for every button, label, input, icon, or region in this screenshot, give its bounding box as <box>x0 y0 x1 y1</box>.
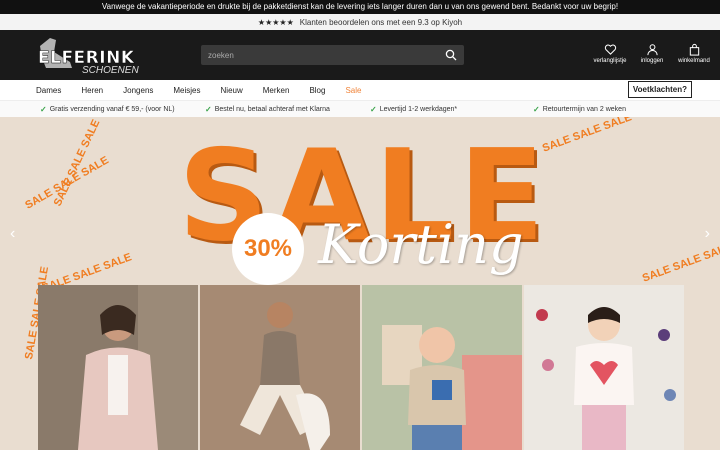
nav-item-blog[interactable]: Blog <box>309 86 325 95</box>
search-bar <box>201 45 464 65</box>
logo[interactable]: ELFERINK SCHOENEN <box>36 34 146 76</box>
check-icon: ✓ <box>205 104 212 114</box>
sale-ring-text: SALE SALE SALE <box>540 117 634 155</box>
woman-in-suit-image <box>38 285 198 450</box>
usp-text: Gratis verzending vanaf € 59,- (voor NL) <box>49 105 175 113</box>
wishlist-label: verlanglijstje <box>593 58 627 64</box>
toddler-boy-image <box>362 285 522 450</box>
rating-stars-icon: ★★★★★ <box>257 17 294 27</box>
header-actions: verlanglijstje inloggen winkelmand <box>592 43 712 64</box>
usp-item: ✓ Retourtermijn van 2 weken <box>533 105 626 114</box>
carousel-next-arrow-icon[interactable]: › <box>705 225 710 243</box>
check-icon: ✓ <box>40 104 47 114</box>
nav-item-sale[interactable]: Sale <box>345 86 361 95</box>
sale-ring-text: SALE SALE SALE <box>640 241 720 285</box>
rating-text: Klanten beoordelen ons met een 9.3 op Ki… <box>299 17 463 27</box>
foot-complaints-button[interactable]: Voetklachten? <box>627 81 692 98</box>
discount-script-text: Korting <box>318 213 524 276</box>
check-icon: ✓ <box>533 104 540 114</box>
nav-item-dames[interactable]: Dames <box>36 86 61 95</box>
usp-bar: ✓ Gratis verzending vanaf € 59,- (voor N… <box>0 101 720 117</box>
usp-text: Levertijd 1-2 werkdagen* <box>379 105 458 113</box>
nav-item-jongens[interactable]: Jongens <box>123 86 153 95</box>
login-button[interactable]: inloggen <box>634 43 670 64</box>
login-label: inloggen <box>640 58 664 64</box>
usp-text: Retourtermijn van 2 weken <box>542 105 626 113</box>
nav-item-heren[interactable]: Heren <box>81 86 103 95</box>
user-icon <box>646 44 658 56</box>
announcement-bar: Vanwege de vakantieperiode en drukte bij… <box>0 0 720 14</box>
usp-item: ✓ Gratis verzending vanaf € 59,- (voor N… <box>40 105 175 114</box>
photo-men[interactable] <box>200 285 360 450</box>
cart-button[interactable]: winkelmand <box>676 43 712 64</box>
nav-item-nieuw[interactable]: Nieuw <box>221 86 243 95</box>
main-navigation: Dames Heren Jongens Meisjes Nieuw Merken… <box>0 80 720 101</box>
toddler-girl-image <box>524 285 684 450</box>
usp-item: ✓ Bestel nu, betaal achteraf met Klarna <box>205 105 330 114</box>
check-icon: ✓ <box>370 104 377 114</box>
sale-ring-text: SALE SALE SALE <box>23 154 111 212</box>
man-seated-image <box>200 285 360 450</box>
photo-women[interactable] <box>38 285 198 450</box>
heart-icon <box>604 44 616 55</box>
usp-item: ✓ Levertijd 1-2 werkdagen* <box>370 105 457 114</box>
site-header: ELFERINK SCHOENEN verlanglijstje inlogge… <box>0 30 720 80</box>
photo-girls[interactable] <box>524 285 684 450</box>
usp-text: Bestel nu, betaal achteraf met Klarna <box>214 105 330 113</box>
discount-badge: 30% <box>232 213 304 285</box>
search-icon[interactable] <box>445 49 457 61</box>
nav-item-meisjes[interactable]: Meisjes <box>173 86 200 95</box>
search-input[interactable] <box>208 50 445 60</box>
nav-item-merken[interactable]: Merken <box>263 86 290 95</box>
carousel-prev-arrow-icon[interactable]: ‹ <box>10 225 15 243</box>
cart-label: winkelmand <box>678 58 710 64</box>
category-photos <box>38 285 684 450</box>
bag-icon <box>689 43 699 56</box>
wishlist-button[interactable]: verlanglijstje <box>592 43 628 64</box>
rating-bar[interactable]: ★★★★★ Klanten beoordelen ons met een 9.3… <box>0 14 720 30</box>
photo-boys[interactable] <box>362 285 522 450</box>
logo-subtext: SCHOENEN <box>82 65 139 76</box>
